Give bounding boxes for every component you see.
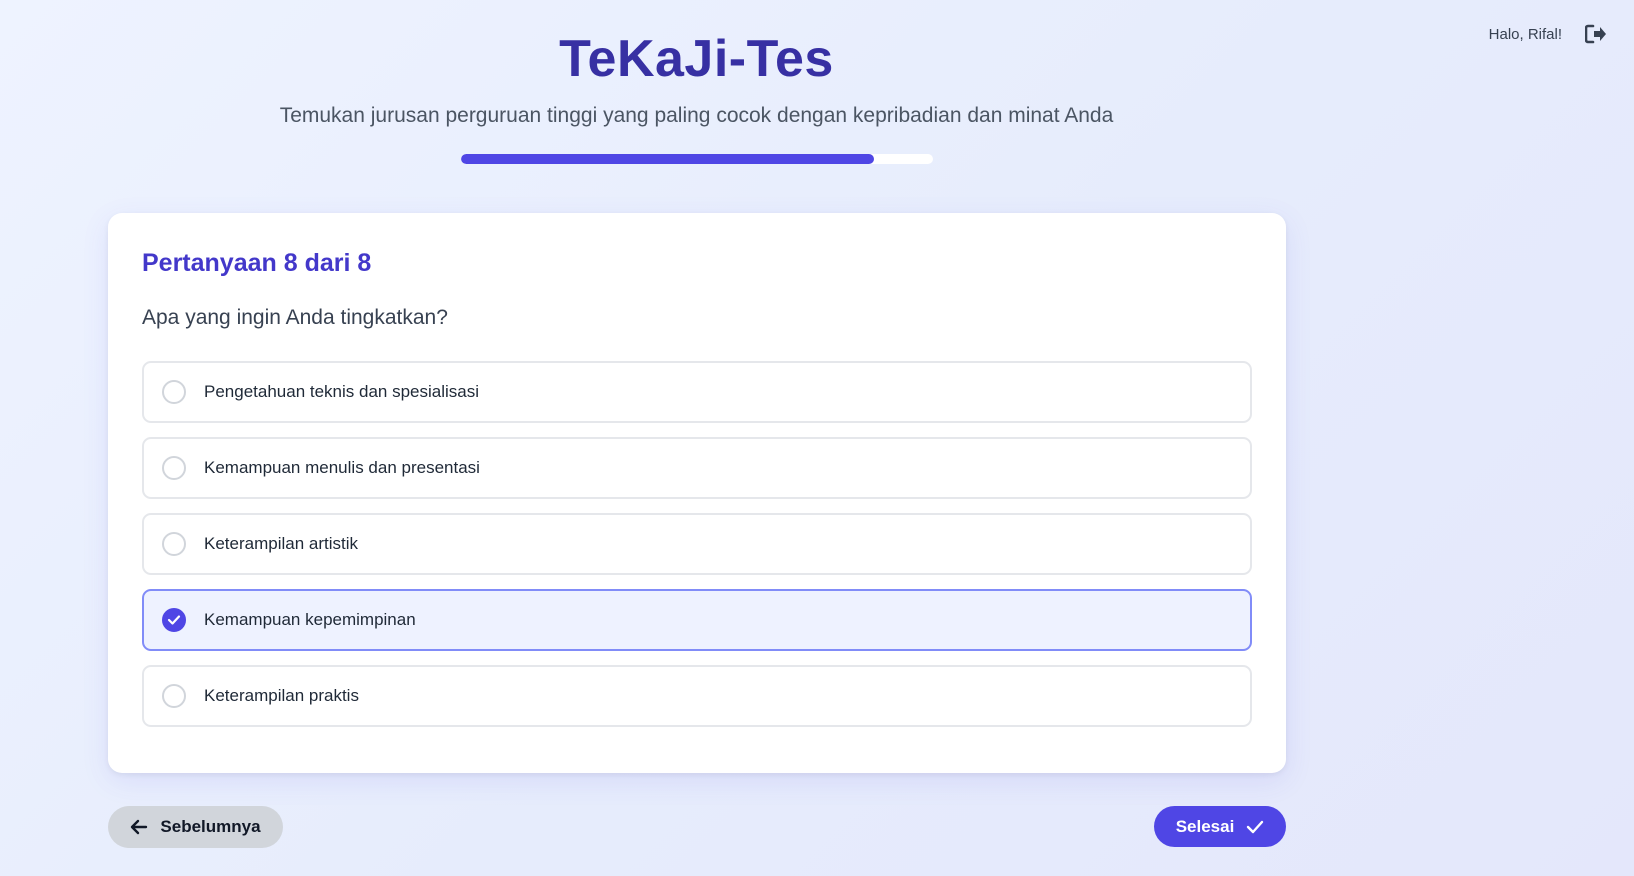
radio-icon[interactable]	[162, 456, 186, 480]
header: TeKaJi-Tes Temukan jurusan perguruan tin…	[0, 0, 1393, 164]
answer-options: Pengetahuan teknis dan spesialisasi Kema…	[142, 361, 1252, 727]
finish-button-label: Selesai	[1175, 816, 1235, 836]
option-label: Keterampilan artistik	[204, 534, 359, 553]
logout-icon[interactable]	[1584, 22, 1608, 46]
progress-bar	[460, 154, 933, 164]
option-label: Kemampuan menulis dan presentasi	[204, 458, 480, 477]
previous-button[interactable]: Sebelumnya	[108, 806, 283, 848]
radio-checked-icon[interactable]	[162, 608, 186, 632]
app-title: TeKaJi-Tes	[559, 30, 834, 88]
user-area: Halo, Rifal!	[1489, 22, 1608, 46]
option-item[interactable]: Keterampilan praktis	[142, 665, 1252, 727]
option-label: Pengetahuan teknis dan spesialisasi	[204, 382, 480, 401]
question-text: Apa yang ingin Anda tingkatkan?	[142, 306, 448, 329]
option-label: Keterampilan praktis	[204, 686, 359, 705]
option-item[interactable]: Keterampilan artistik	[142, 513, 1252, 575]
question-number: Pertanyaan 8 dari 8	[142, 249, 372, 277]
app-subtitle: Temukan jurusan perguruan tinggi yang pa…	[279, 104, 1114, 127]
radio-icon[interactable]	[162, 532, 186, 556]
radio-icon[interactable]	[162, 684, 186, 708]
option-item[interactable]: Kemampuan kepemimpinan	[142, 589, 1252, 651]
radio-icon[interactable]	[162, 380, 186, 404]
option-item[interactable]: Pengetahuan teknis dan spesialisasi	[142, 361, 1252, 423]
user-greeting: Halo, Rifal!	[1488, 25, 1562, 43]
option-item[interactable]: Kemampuan menulis dan presentasi	[142, 437, 1252, 499]
progress-fill	[460, 154, 874, 164]
finish-button[interactable]: Selesai	[1154, 806, 1286, 847]
previous-button-label: Sebelumnya	[160, 817, 261, 836]
arrow-left-icon	[130, 818, 148, 836]
option-label: Kemampuan kepemimpinan	[204, 610, 416, 629]
check-icon	[1246, 818, 1264, 836]
question-card: Pertanyaan 8 dari 8 Apa yang ingin Anda …	[108, 213, 1286, 773]
